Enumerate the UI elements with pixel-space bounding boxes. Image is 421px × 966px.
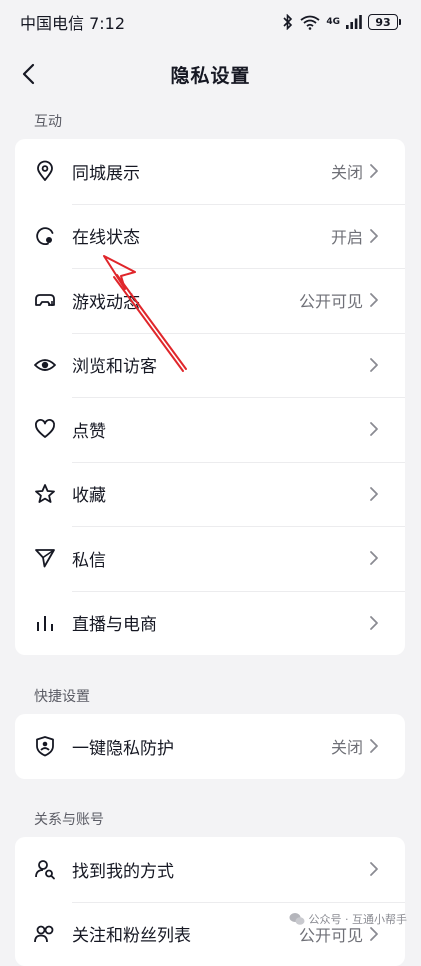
row-label: 同城展示 <box>72 159 331 184</box>
row-online-status[interactable]: 在线状态 开启 <box>15 204 405 269</box>
status-icons: 4G 93 <box>282 14 401 30</box>
row-game-activity[interactable]: 游戏动态 公开可见 <box>15 268 405 333</box>
row-live-commerce[interactable]: 直播与电商 <box>15 591 405 656</box>
chevron-right-icon <box>369 421 385 437</box>
row-label: 游戏动态 <box>72 288 299 313</box>
chevron-right-icon <box>369 357 385 373</box>
followers-icon <box>33 922 57 946</box>
row-likes[interactable]: 点赞 <box>15 397 405 462</box>
row-value: 开启 <box>331 224 363 248</box>
row-value: 公开可见 <box>299 288 363 312</box>
network-type: 4G <box>326 18 340 27</box>
watermark: 公众号 · 互通小帮手 <box>289 911 408 927</box>
battery-indicator: 93 <box>368 14 401 30</box>
status-bar: 中国电信 7:12 4G 93 <box>0 0 421 44</box>
back-button[interactable] <box>12 58 44 90</box>
section-label-interaction: 互动 <box>34 111 62 131</box>
row-value: 关闭 <box>331 734 363 758</box>
row-label: 直播与电商 <box>72 610 363 635</box>
carrier-time: 中国电信 7:12 <box>20 10 125 34</box>
row-label: 私信 <box>72 546 363 571</box>
gamepad-icon <box>33 288 57 312</box>
chevron-right-icon <box>369 163 385 179</box>
nav-bar: 隐私设置 <box>0 50 421 98</box>
row-label: 找到我的方式 <box>72 857 363 882</box>
send-icon <box>33 546 57 570</box>
chevron-right-icon <box>369 615 385 631</box>
eye-icon <box>33 353 57 377</box>
star-icon <box>33 482 57 506</box>
section-label-relations-account: 关系与账号 <box>34 809 104 829</box>
wifi-icon <box>300 14 320 30</box>
page-title: 隐私设置 <box>170 61 250 88</box>
row-label: 一键隐私防护 <box>72 734 331 759</box>
section-label-quick-settings: 快捷设置 <box>34 686 90 706</box>
chevron-right-icon <box>369 228 385 244</box>
back-arrow-icon <box>21 63 35 85</box>
row-browse-visitors[interactable]: 浏览和访客 <box>15 333 405 398</box>
quick-settings-card: 一键隐私防护 关闭 <box>15 714 405 779</box>
interaction-card: 同城展示 关闭 在线状态 开启 游戏动态 公开可见 浏览和访客 点赞 <box>15 139 405 655</box>
row-label: 点赞 <box>72 417 363 442</box>
row-messages[interactable]: 私信 <box>15 526 405 591</box>
chevron-right-icon <box>369 926 385 942</box>
row-label: 收藏 <box>72 481 363 506</box>
chevron-right-icon <box>369 292 385 308</box>
shield-user-icon <box>33 734 57 758</box>
chevron-right-icon <box>369 486 385 502</box>
row-same-city[interactable]: 同城展示 关闭 <box>15 139 405 204</box>
row-label: 浏览和访客 <box>72 352 363 377</box>
watermark-text: 公众号 · 互通小帮手 <box>309 911 408 927</box>
bluetooth-icon <box>282 14 294 30</box>
row-find-me[interactable]: 找到我的方式 <box>15 837 405 902</box>
chevron-right-icon <box>369 550 385 566</box>
live-bars-icon <box>33 611 57 635</box>
location-pin-icon <box>33 159 57 183</box>
wechat-icon <box>289 912 305 926</box>
row-favorites[interactable]: 收藏 <box>15 462 405 527</box>
battery-tip <box>399 19 401 25</box>
chevron-right-icon <box>369 861 385 877</box>
chevron-right-icon <box>369 738 385 754</box>
find-user-icon <box>33 857 57 881</box>
row-value: 关闭 <box>331 159 363 183</box>
heart-icon <box>33 417 57 441</box>
online-status-icon <box>33 224 57 248</box>
battery-level: 93 <box>368 14 398 30</box>
relations-account-card: 找到我的方式 关注和粉丝列表 公开可见 <box>15 837 405 966</box>
row-label: 在线状态 <box>72 223 331 248</box>
signal-icon <box>346 15 362 29</box>
row-label: 关注和粉丝列表 <box>72 921 299 946</box>
row-one-tap-privacy[interactable]: 一键隐私防护 关闭 <box>15 714 405 779</box>
